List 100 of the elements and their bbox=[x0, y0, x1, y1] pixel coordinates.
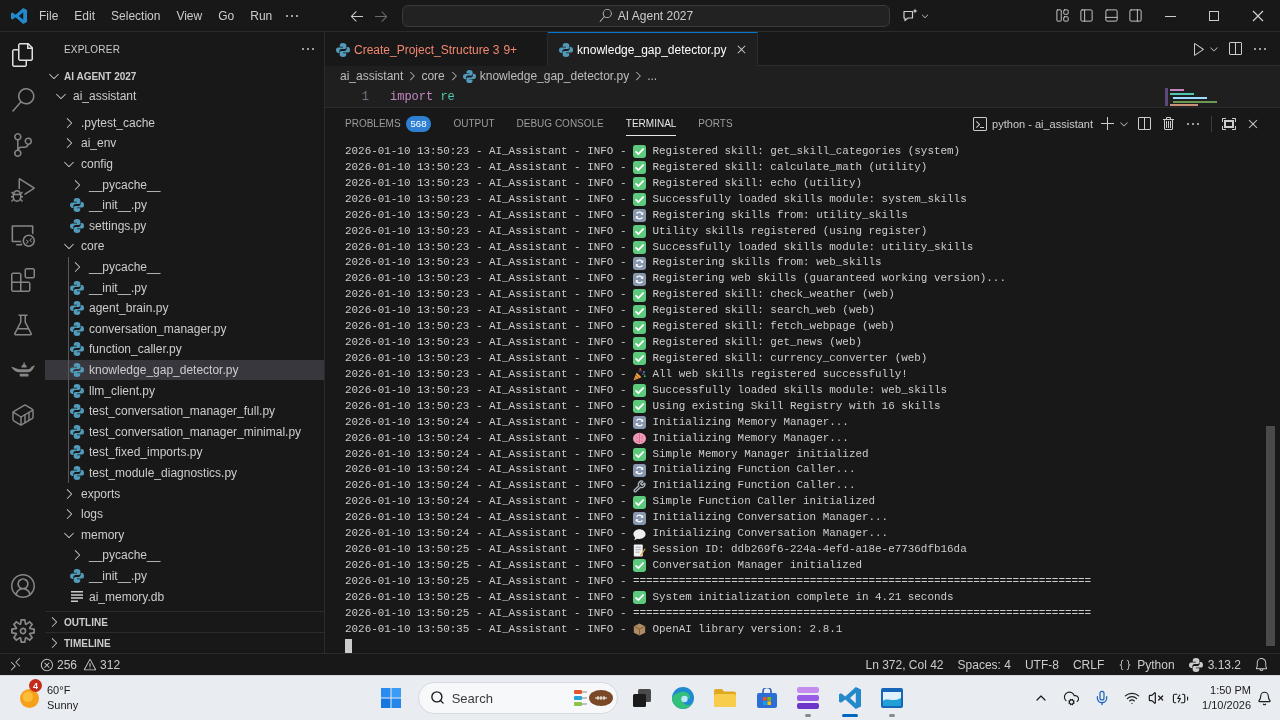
status-item[interactable]: Python bbox=[1113, 657, 1180, 672]
container-icon[interactable] bbox=[10, 402, 35, 427]
breadcrumb-item[interactable]: ... bbox=[647, 69, 658, 83]
tree-item[interactable]: logs bbox=[45, 503, 324, 525]
ribbon-logo-icon[interactable] bbox=[838, 687, 861, 709]
tree-item[interactable]: llm_client.py bbox=[45, 380, 324, 401]
panel-tab[interactable]: PORTS bbox=[698, 112, 733, 136]
status-item[interactable]: Ln 372, Col 42 bbox=[860, 657, 949, 672]
editor-tab[interactable]: knowledge_gap_detector.py bbox=[548, 32, 758, 66]
status-item[interactable]: UTF-8 bbox=[1019, 657, 1064, 672]
breadcrumb-item[interactable]: knowledge_gap_detector.py bbox=[462, 69, 630, 83]
refresh-icon bbox=[633, 209, 646, 223]
tree-item[interactable]: test_conversation_manager_minimal.py bbox=[45, 421, 324, 443]
tree-item[interactable]: core bbox=[45, 236, 324, 257]
problems-status[interactable]: 256 312 bbox=[36, 657, 125, 672]
tree-item[interactable]: agent_brain.py bbox=[45, 297, 324, 319]
tree-item[interactable]: settings.py bbox=[45, 215, 324, 237]
overlapping-squares-icon[interactable] bbox=[631, 688, 652, 708]
log-message: Registered skill: fetch_webpage (web) bbox=[652, 319, 895, 335]
run-debug-icon[interactable] bbox=[10, 177, 35, 202]
python-file-icon bbox=[70, 198, 84, 213]
tree-item[interactable]: .pytest_cache bbox=[45, 112, 324, 134]
menu-item[interactable]: Go bbox=[210, 4, 243, 27]
breadcrumb-item[interactable]: ai_assistant bbox=[340, 69, 404, 83]
wifi-icon[interactable] bbox=[1124, 690, 1141, 706]
panel-tab[interactable]: DEBUG CONSOLE bbox=[516, 112, 604, 136]
scrollbar-thumb[interactable] bbox=[1266, 426, 1275, 646]
tree-item[interactable]: function_caller.py bbox=[45, 339, 324, 360]
status-item[interactable]: 3.13.2 bbox=[1183, 657, 1246, 672]
status-item[interactable]: Spaces: 4 bbox=[952, 657, 1016, 672]
sidebar-right-icon[interactable] bbox=[1128, 8, 1144, 23]
log-message: Registered skill: echo (utility) bbox=[652, 175, 862, 191]
split-terminal-icon[interactable] bbox=[1136, 116, 1152, 132]
oil-lamp-icon[interactable] bbox=[10, 362, 35, 377]
tree-item[interactable]: conversation_manager.py bbox=[45, 318, 324, 340]
maximize-panel-icon[interactable] bbox=[1221, 116, 1237, 132]
tree-item[interactable]: test_fixed_imports.py bbox=[45, 442, 324, 463]
stacked-layers-icon[interactable] bbox=[797, 687, 820, 709]
search-icon[interactable] bbox=[10, 87, 35, 112]
code-line[interactable]: import re bbox=[390, 89, 455, 104]
menu-item[interactable]: Edit bbox=[66, 4, 104, 27]
swirl-app-icon[interactable] bbox=[672, 687, 695, 709]
sidebar-left-icon[interactable] bbox=[1079, 8, 1095, 23]
panel-tab[interactable]: OUTPUT bbox=[453, 112, 495, 136]
tree-item[interactable]: config bbox=[45, 153, 324, 175]
tree-item[interactable]: __init__.py bbox=[45, 277, 324, 298]
run-icon[interactable] bbox=[1191, 40, 1207, 57]
terminal-selector[interactable]: python - ai_assistant bbox=[972, 116, 1099, 132]
menu-item[interactable]: Selection bbox=[103, 4, 169, 27]
log-message: Registering skills from: web_skills bbox=[652, 255, 882, 271]
tree-item[interactable]: __pycache__ bbox=[45, 256, 324, 278]
tree-item[interactable]: exports bbox=[45, 483, 324, 504]
tree-item[interactable]: __init__.py bbox=[45, 565, 324, 587]
speaker-muted-icon[interactable] bbox=[1148, 690, 1165, 706]
notification-bell-icon[interactable] bbox=[1257, 690, 1272, 706]
windows-logo-icon[interactable] bbox=[380, 688, 401, 708]
tree-item[interactable]: __pycache__ bbox=[45, 545, 324, 566]
search-field[interactable]: Search bbox=[417, 682, 618, 714]
chat-sparkle-icon[interactable] bbox=[902, 7, 918, 24]
cloud-icon[interactable] bbox=[1063, 689, 1081, 707]
menu-item[interactable]: View bbox=[168, 4, 211, 27]
panel-bottom-icon[interactable] bbox=[1103, 8, 1119, 23]
python-file-icon bbox=[70, 342, 84, 357]
check-mark-icon bbox=[633, 241, 646, 254]
tree-item[interactable]: ai_assistant bbox=[45, 86, 324, 107]
trash-icon[interactable] bbox=[1161, 116, 1177, 132]
log-message: Conversation Manager initialized bbox=[652, 557, 862, 573]
editor-tab[interactable]: Create_Project_Structure 3 9+ bbox=[325, 32, 549, 66]
add-icon[interactable] bbox=[1100, 116, 1116, 132]
tree-item[interactable]: memory bbox=[45, 524, 324, 546]
tree-item[interactable]: ai_memory.db bbox=[45, 586, 324, 607]
log-message: Registered skill: calculate_math (utility) bbox=[652, 159, 928, 175]
log-prefix: 2026-01-10 13:50:23 - AI_Assistant - INFO - bbox=[345, 175, 627, 191]
panel-tab[interactable]: TERMINAL bbox=[625, 112, 677, 136]
tree-item[interactable]: __init__.py bbox=[45, 194, 324, 216]
section-header[interactable]: OUTLINE bbox=[45, 611, 324, 632]
remote-explorer-icon[interactable] bbox=[10, 222, 35, 247]
window-app-icon[interactable] bbox=[880, 688, 903, 708]
shopping-bag-icon[interactable] bbox=[756, 688, 777, 708]
bell-icon[interactable] bbox=[1253, 657, 1269, 672]
split-editor-icon[interactable] bbox=[1227, 40, 1243, 57]
tree-item[interactable]: knowledge_gap_detector.py bbox=[45, 359, 324, 381]
files-icon[interactable] bbox=[10, 42, 35, 67]
status-item[interactable]: CRLF bbox=[1067, 657, 1110, 672]
tree-item[interactable]: __pycache__ bbox=[45, 174, 324, 195]
tree-item[interactable]: ai_env bbox=[45, 133, 324, 154]
breadcrumb-item[interactable]: core bbox=[421, 69, 445, 83]
extensions-icon[interactable] bbox=[10, 267, 35, 292]
menu-item[interactable]: File bbox=[31, 4, 67, 27]
check-mark-icon bbox=[633, 384, 646, 398]
panel-tab[interactable]: PROBLEMS 568 bbox=[345, 112, 432, 136]
layout-icon[interactable] bbox=[1054, 8, 1070, 23]
tree-item[interactable]: test_module_diagnostics.py bbox=[45, 462, 324, 484]
settings-icon[interactable] bbox=[10, 618, 35, 643]
clock[interactable]: 1:50 PM 1/10/2026 bbox=[1196, 683, 1257, 713]
workspace-header[interactable]: AI AGENT 2027 bbox=[45, 66, 324, 86]
account-icon[interactable] bbox=[10, 573, 35, 598]
tree-item[interactable]: test_conversation_manager_full.py bbox=[45, 400, 324, 422]
command-center[interactable]: AI Agent 2027 bbox=[402, 4, 890, 27]
menu-item[interactable]: Run bbox=[242, 4, 281, 27]
